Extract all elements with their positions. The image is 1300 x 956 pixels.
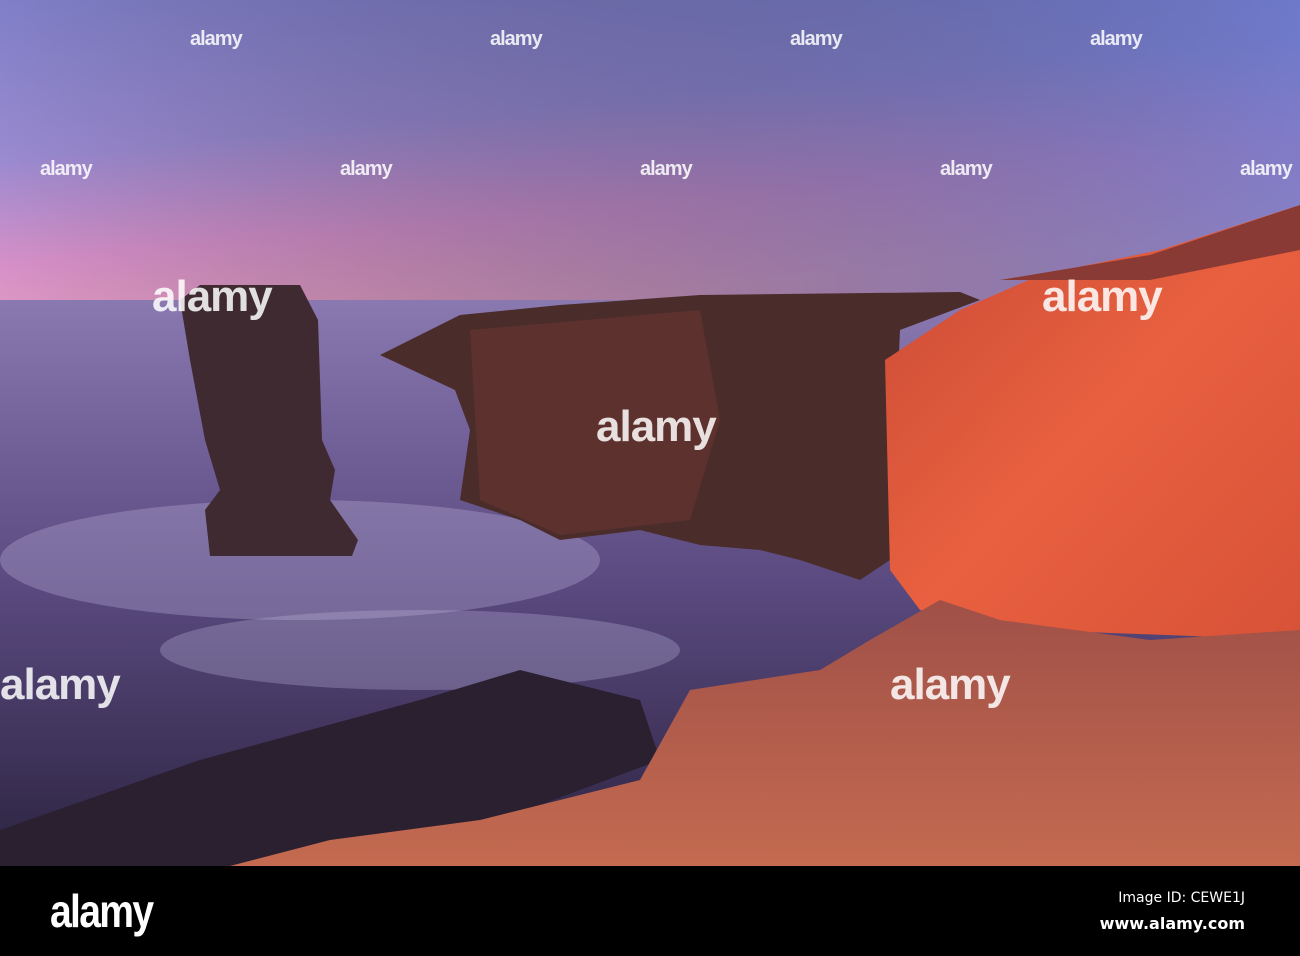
watermark: alamy — [490, 28, 543, 50]
watermark: alamy — [640, 158, 693, 180]
watermark: alamy — [890, 660, 1011, 709]
alamy-logo: alamy — [50, 885, 154, 937]
image-id: Image ID: CEWE1J — [1118, 890, 1245, 906]
watermark: alamy — [340, 158, 393, 180]
watermark: alamy — [152, 272, 273, 321]
website-link[interactable]: www.alamy.com — [1100, 914, 1245, 933]
stock-photo-frame: alamy alamy alamy alamy alamy alamy alam… — [0, 0, 1300, 956]
watermark: alamy — [1240, 158, 1293, 180]
watermark: alamy — [40, 158, 93, 180]
watermark: alamy — [0, 660, 121, 709]
watermark: alamy — [596, 402, 717, 451]
watermark: alamy — [1042, 272, 1163, 321]
watermark: alamy — [1090, 28, 1143, 50]
footer-bar: alamy Image ID: CEWE1J www.alamy.com — [0, 866, 1300, 956]
watermark: alamy — [940, 158, 993, 180]
watermark: alamy — [190, 28, 243, 50]
watermark: alamy — [790, 28, 843, 50]
